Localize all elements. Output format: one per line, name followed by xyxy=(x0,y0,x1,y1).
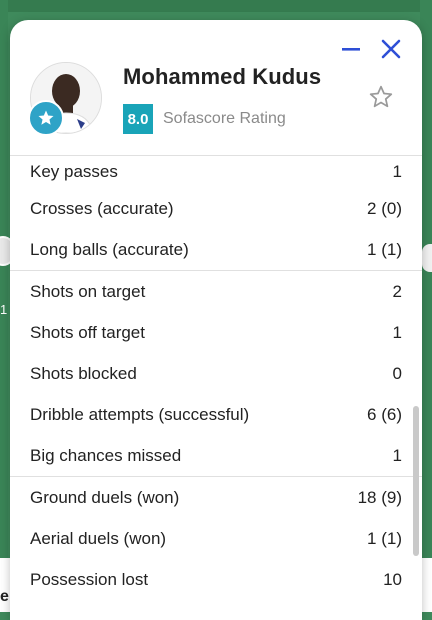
stat-label: Dribble attempts (successful) xyxy=(30,404,250,424)
stat-row: Shots on target 2 xyxy=(10,271,422,312)
stat-group-attack: Shots on target 2 Shots off target 1 Sho… xyxy=(10,271,422,477)
stat-label: Shots blocked xyxy=(30,363,137,383)
stat-row: Ground duels (won) 18 (9) xyxy=(10,477,422,518)
stats-list: Key passes 1 Crosses (accurate) 2 (0) Lo… xyxy=(10,156,422,600)
stat-value: 1 (1) xyxy=(367,528,402,548)
stat-value: 18 (9) xyxy=(357,487,402,507)
stat-value: 1 (1) xyxy=(367,239,402,259)
stat-value: 1 xyxy=(392,322,402,342)
stat-group-duels: Ground duels (won) 18 (9) Aerial duels (… xyxy=(10,477,422,600)
window-controls xyxy=(340,38,402,60)
stat-value: 2 xyxy=(392,281,402,301)
stat-row: Big chances missed 1 xyxy=(10,435,422,476)
stat-label: Aerial duels (won) xyxy=(30,528,167,548)
stat-label: Shots on target xyxy=(30,281,146,301)
close-icon[interactable] xyxy=(380,38,402,60)
stat-row: Shots off target 1 xyxy=(10,312,422,353)
stat-value: 6 (6) xyxy=(367,404,402,424)
stat-row: Possession lost 10 xyxy=(10,559,422,600)
stat-row: Aerial duels (won) 1 (1) xyxy=(10,518,422,559)
stat-value: 0 xyxy=(392,363,402,383)
player-name[interactable]: Mohammed Kudus xyxy=(123,64,321,90)
stat-row: Key passes 1 xyxy=(10,156,422,188)
player-avatar[interactable] xyxy=(28,62,102,136)
player-stats-popup: Mohammed Kudus 8.0 Sofascore Rating Key … xyxy=(10,20,422,620)
stat-label: Big chances missed xyxy=(30,445,182,465)
stat-value: 2 (0) xyxy=(367,198,402,218)
background-player-marker-right[interactable] xyxy=(422,244,432,272)
stat-value: 10 xyxy=(383,569,402,589)
stat-row: Long balls (accurate) 1 (1) xyxy=(10,229,422,270)
pitch-background xyxy=(0,0,432,12)
stat-row: Crosses (accurate) 2 (0) xyxy=(10,188,422,229)
stat-value: 1 xyxy=(392,162,402,181)
stat-label: Crosses (accurate) xyxy=(30,198,174,218)
stat-label: Shots off target xyxy=(30,322,145,342)
star-icon xyxy=(28,100,64,136)
stat-label: Key passes xyxy=(30,162,118,181)
stat-label: Ground duels (won) xyxy=(30,487,180,507)
rating-label: Sofascore Rating xyxy=(163,110,286,127)
background-player-number: 1 xyxy=(0,302,8,317)
popup-header: Mohammed Kudus 8.0 Sofascore Rating xyxy=(10,20,422,156)
stat-label: Long balls (accurate) xyxy=(30,239,189,259)
star-outline-icon[interactable] xyxy=(368,84,394,110)
stat-value: 1 xyxy=(392,445,402,465)
rating-badge: 8.0 xyxy=(123,104,153,134)
stat-group-passing: Key passes 1 Crosses (accurate) 2 (0) Lo… xyxy=(10,156,422,271)
stat-row: Shots blocked 0 xyxy=(10,353,422,394)
scrollbar[interactable] xyxy=(413,406,419,556)
rating-row: 8.0 Sofascore Rating xyxy=(123,104,286,134)
stat-row: Dribble attempts (successful) 6 (6) xyxy=(10,394,422,435)
stat-label: Possession lost xyxy=(30,569,149,589)
minimize-icon[interactable] xyxy=(340,38,362,60)
bottom-panel-text: e xyxy=(0,588,9,605)
